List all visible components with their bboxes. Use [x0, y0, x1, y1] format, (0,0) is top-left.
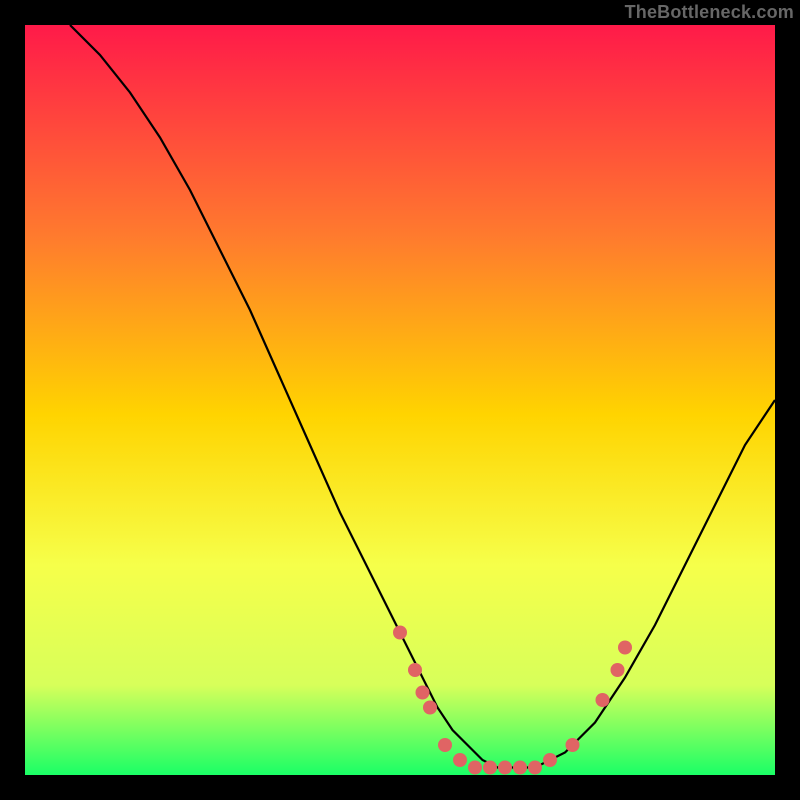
- highlight-point: [513, 761, 527, 775]
- chart-svg: [25, 25, 775, 775]
- watermark-text: TheBottleneck.com: [625, 2, 794, 23]
- highlight-point: [393, 626, 407, 640]
- highlight-point: [468, 761, 482, 775]
- gradient-background: [25, 25, 775, 775]
- highlight-point: [528, 761, 542, 775]
- plot-area: [25, 25, 775, 775]
- highlight-point: [618, 641, 632, 655]
- highlight-point: [566, 738, 580, 752]
- highlight-point: [416, 686, 430, 700]
- highlight-point: [408, 663, 422, 677]
- highlight-point: [438, 738, 452, 752]
- highlight-point: [453, 753, 467, 767]
- highlight-point: [596, 693, 610, 707]
- highlight-point: [423, 701, 437, 715]
- highlight-point: [543, 753, 557, 767]
- highlight-point: [483, 761, 497, 775]
- chart-container: TheBottleneck.com: [0, 0, 800, 800]
- highlight-point: [611, 663, 625, 677]
- highlight-point: [498, 761, 512, 775]
